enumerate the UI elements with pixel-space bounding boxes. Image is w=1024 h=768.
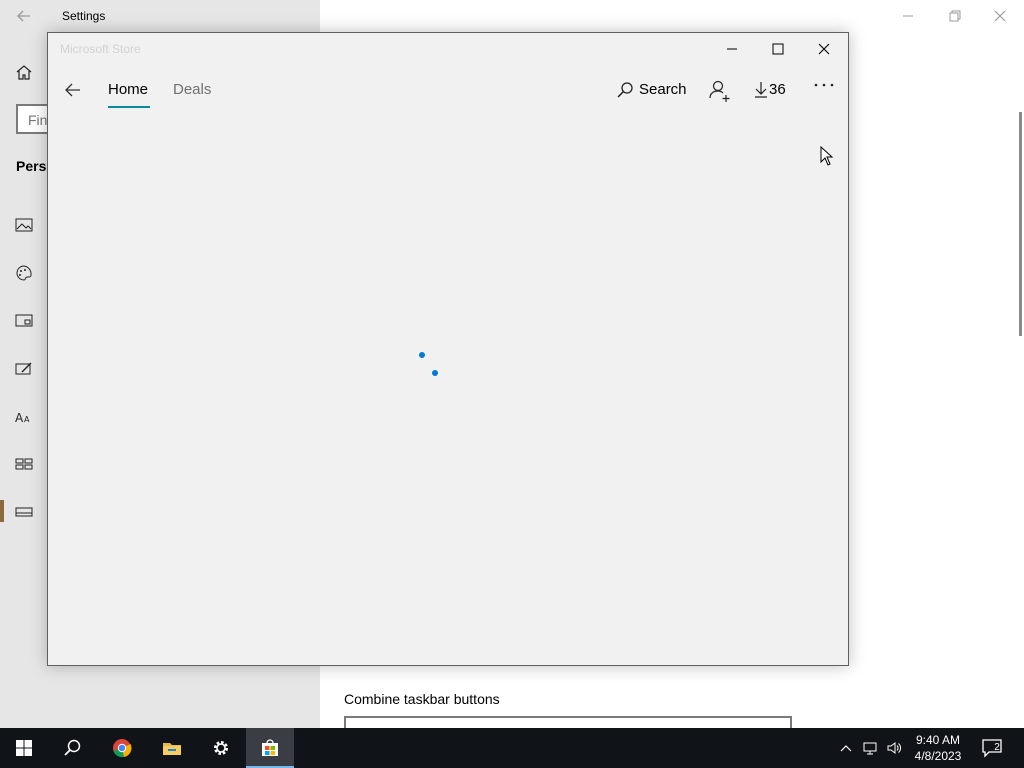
clock[interactable]: 9:40 AM 4/8/2023 bbox=[908, 732, 968, 764]
store-icon bbox=[262, 739, 278, 756]
file-explorer-button[interactable] bbox=[148, 728, 196, 768]
settings-scrollbar[interactable] bbox=[1019, 112, 1022, 336]
network-button[interactable] bbox=[862, 740, 878, 756]
spinner-dot bbox=[432, 370, 438, 376]
store-app-title: Microsoft Store bbox=[60, 42, 141, 56]
account-button[interactable] bbox=[708, 79, 734, 103]
show-hidden-icons-button[interactable] bbox=[838, 740, 854, 756]
store-taskbar-button[interactable] bbox=[246, 728, 294, 768]
tab-home-underline bbox=[108, 106, 150, 108]
settings-taskbar-button[interactable] bbox=[197, 728, 245, 768]
settings-close-button[interactable] bbox=[990, 6, 1010, 26]
home-icon[interactable] bbox=[14, 63, 34, 83]
downloads-count: 36 bbox=[769, 81, 786, 98]
taskbar-search-button[interactable] bbox=[48, 728, 96, 768]
chrome-button[interactable] bbox=[98, 728, 146, 768]
picture-icon[interactable] bbox=[14, 215, 34, 235]
volume-icon bbox=[887, 742, 901, 754]
more-icon bbox=[814, 83, 834, 87]
chevron-up-icon bbox=[840, 745, 852, 752]
mouse-cursor-icon bbox=[820, 145, 834, 166]
settings-icon bbox=[214, 741, 228, 755]
windows-start-icon bbox=[16, 740, 32, 756]
taskbar: 9:40 AM 4/8/2023 2 bbox=[0, 728, 1024, 768]
store-maximize-button[interactable] bbox=[758, 37, 798, 61]
taskbar-icon[interactable] bbox=[14, 502, 34, 522]
chrome-icon bbox=[113, 739, 132, 758]
search-label: Search bbox=[639, 81, 687, 98]
clock-date: 4/8/2023 bbox=[914, 749, 962, 763]
downloads-button[interactable]: 36 bbox=[754, 79, 794, 103]
add-user-icon bbox=[709, 80, 730, 102]
settings-minimize-button[interactable] bbox=[898, 6, 918, 26]
volume-button[interactable] bbox=[886, 740, 902, 756]
svg-text:A: A bbox=[24, 415, 30, 424]
tab-deals[interactable]: Deals bbox=[173, 81, 211, 98]
notification-badge: 2 bbox=[994, 742, 1000, 753]
clock-time: 9:40 AM bbox=[915, 733, 961, 747]
settings-restore-button[interactable] bbox=[944, 6, 964, 26]
store-window: Microsoft Store Home Deals Search 36 bbox=[47, 32, 849, 666]
file-explorer-icon bbox=[163, 743, 181, 755]
spinner-dot bbox=[419, 352, 425, 358]
search-icon bbox=[64, 739, 81, 756]
download-icon bbox=[755, 82, 767, 98]
start-icon[interactable] bbox=[14, 454, 34, 474]
store-back-button[interactable] bbox=[62, 79, 84, 101]
themes-icon[interactable] bbox=[14, 359, 34, 379]
start-button[interactable] bbox=[0, 728, 48, 768]
store-titlebar[interactable]: Microsoft Store bbox=[48, 33, 848, 65]
svg-text:A: A bbox=[15, 411, 24, 425]
store-close-button[interactable] bbox=[804, 37, 844, 61]
more-options-button[interactable] bbox=[812, 75, 836, 95]
store-minimize-button[interactable] bbox=[712, 37, 752, 61]
font-icon[interactable]: AA bbox=[14, 407, 34, 427]
combine-taskbar-label: Combine taskbar buttons bbox=[344, 691, 500, 707]
palette-icon[interactable] bbox=[14, 263, 34, 283]
lock-screen-icon[interactable] bbox=[14, 311, 34, 331]
settings-title: Settings bbox=[62, 9, 106, 23]
tab-home[interactable]: Home bbox=[108, 81, 148, 98]
search-icon bbox=[617, 82, 633, 98]
network-icon bbox=[863, 742, 877, 755]
settings-back-button[interactable] bbox=[14, 6, 34, 26]
sidebar-selection-indicator bbox=[0, 500, 4, 522]
settings-section-title: Personalization bbox=[16, 158, 50, 174]
